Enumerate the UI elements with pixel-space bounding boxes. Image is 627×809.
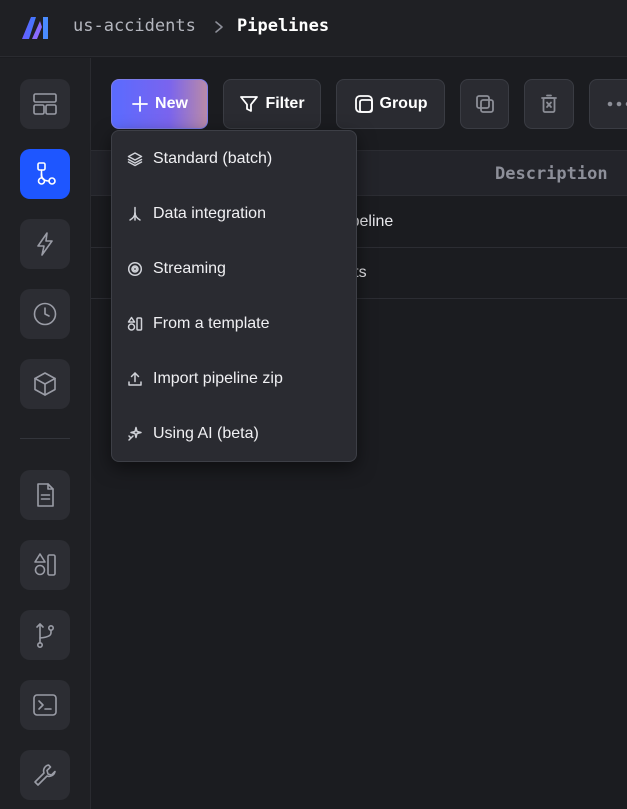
sidebar-item-blocks[interactable] [20,359,70,409]
sparkle-icon [128,426,142,441]
layers-icon [127,151,143,166]
sidebar-item-pipelines[interactable] [20,149,70,199]
menu-item-label: From a template [153,314,270,332]
group-icon [354,95,373,113]
sidebar-item-runs[interactable] [20,289,70,339]
terminal-icon [33,694,57,716]
menu-item-data-integration[interactable]: Data integration [112,186,356,241]
sidebar-item-templates[interactable] [20,540,70,590]
wrench-icon [34,764,56,786]
menu-item-using-ai[interactable]: Using AI (beta) [112,406,356,461]
sidebar-item-terminal[interactable] [20,680,70,730]
group-button-label: Group [379,95,428,112]
delete-pipeline-button[interactable] [524,79,574,129]
menu-item-streaming[interactable]: Streaming [112,241,356,296]
sidebar-item-settings[interactable] [20,750,70,800]
filter-icon [240,96,259,112]
new-button-label: New [155,95,188,112]
clock-icon [33,302,57,326]
menu-item-standard-batch[interactable]: Standard (batch) [112,131,356,186]
mage-logo-icon[interactable] [20,15,54,41]
template-icon [127,316,143,331]
menu-item-from-template[interactable]: From a template [112,296,356,351]
copy-icon [475,95,494,113]
layout-icon [33,93,57,115]
sidebar-item-overview[interactable] [20,79,70,129]
breadcrumb-page-title: Pipelines [237,16,330,36]
new-pipeline-button[interactable]: New [111,79,208,129]
more-icon [607,101,627,107]
upload-icon [128,371,142,386]
lightning-icon [37,232,53,256]
menu-item-label: Data integration [153,204,266,222]
menu-item-import-zip[interactable]: Import pipeline zip [112,351,356,406]
cube-icon [34,372,56,396]
trash-icon [541,94,557,113]
integration-icon [129,206,141,221]
menu-item-label: Using AI (beta) [153,424,259,442]
menu-item-label: Streaming [153,259,226,277]
file-icon [37,483,54,507]
menu-item-label: Standard (batch) [153,149,273,167]
breadcrumb-project[interactable]: us-accidents [73,16,196,36]
filter-button[interactable]: Filter [223,79,321,129]
git-branch-icon [36,623,54,648]
column-header-description[interactable]: Description [495,164,608,184]
chevron-right-icon [215,21,223,33]
sidebar-divider [20,438,70,439]
clone-pipeline-button[interactable] [460,79,509,129]
pipeline-icon [37,162,56,185]
more-actions-button[interactable] [589,79,627,129]
new-pipeline-menu: Standard (batch) Data integration Stream… [111,130,357,462]
filter-button-label: Filter [265,95,305,112]
sidebar-item-version-control[interactable] [20,610,70,660]
streaming-icon [127,261,143,276]
top-bar: us-accidents Pipelines [0,0,627,57]
sidebar-item-triggers[interactable] [20,219,70,269]
shapes-icon [34,553,56,576]
menu-item-label: Import pipeline zip [153,369,283,387]
group-button[interactable]: Group [336,79,445,129]
sidebar-item-files[interactable] [20,470,70,520]
plus-icon [132,96,148,112]
